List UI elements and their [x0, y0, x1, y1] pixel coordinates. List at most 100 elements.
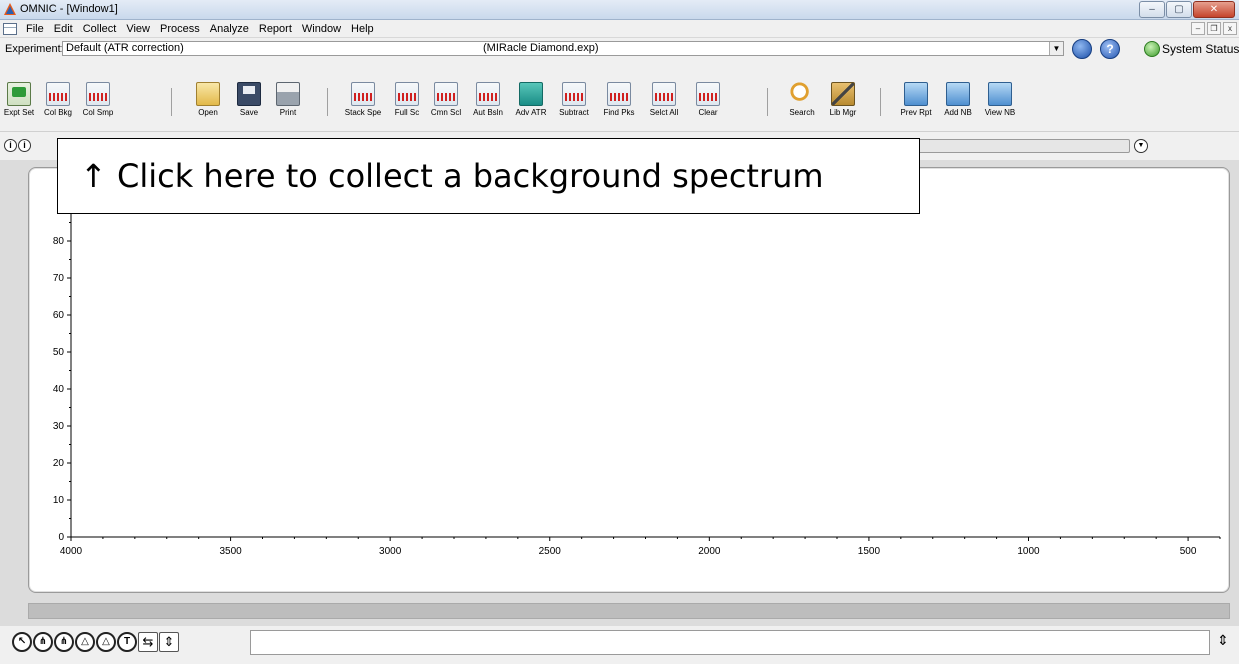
stack-spectra-label: Stack Spe	[344, 108, 382, 117]
y-tick-label: 40	[53, 384, 65, 395]
view-notebook-label: View NB	[984, 108, 1016, 117]
full-scale-icon	[395, 82, 419, 106]
view-notebook-button[interactable]: View NB	[980, 82, 1020, 117]
select-all-button[interactable]: Selct All	[644, 82, 684, 117]
peak-area-corrected-tool-icon[interactable]: △	[96, 632, 116, 652]
bench-status-icon[interactable]	[1072, 39, 1092, 59]
menu-analyze[interactable]: Analyze	[205, 23, 254, 35]
x-tick-label: 2500	[539, 546, 562, 557]
mdi-controls: – ❐ x	[1191, 22, 1237, 35]
document-icon[interactable]	[3, 22, 17, 35]
add-notebook-button[interactable]: Add NB	[940, 82, 976, 117]
spectrum-plot[interactable]: 0 10 20 30 40 50 60 70 80 4000 3500 3000 2500 2000 150…	[28, 167, 1230, 593]
x-tick-label: 1000	[1017, 546, 1040, 557]
clear-button[interactable]: Clear	[690, 82, 726, 117]
common-scale-label: Cmn Scl	[430, 108, 462, 117]
y-tick-label: 20	[53, 458, 65, 469]
peak-height-tool-icon[interactable]: ⋔	[54, 632, 74, 652]
maximize-button[interactable]: ▢	[1166, 1, 1192, 18]
mdi-restore-button[interactable]: ❐	[1207, 22, 1221, 35]
find-peaks-button[interactable]: Find Pks	[598, 82, 640, 117]
annotation-tool-icon[interactable]: T	[117, 632, 137, 652]
spectrum-title-field[interactable]	[917, 139, 1130, 153]
col-smp-label: Col Smp	[82, 108, 114, 117]
menu-file[interactable]: File	[21, 23, 49, 35]
y-tick-label: 60	[53, 310, 65, 321]
view-notebook-icon	[988, 82, 1012, 106]
system-status-label[interactable]: System Status	[1162, 42, 1239, 56]
collect-sample-icon	[86, 82, 110, 106]
help-icon[interactable]: ?	[1100, 39, 1120, 59]
subtract-button[interactable]: Subtract	[554, 82, 594, 117]
save-disk-icon	[237, 82, 261, 106]
menu-process[interactable]: Process	[155, 23, 205, 35]
toolbar-separator	[880, 88, 881, 116]
open-label: Open	[198, 108, 218, 117]
full-scale-button[interactable]: Full Sc	[389, 82, 425, 117]
preview-report-label: Prev Rpt	[900, 108, 932, 117]
mdi-close-button[interactable]: x	[1223, 22, 1237, 35]
open-button[interactable]: Open	[190, 82, 226, 117]
search-button[interactable]: Search	[783, 82, 821, 117]
menu-help[interactable]: Help	[346, 23, 379, 35]
col-bkg-label: Col Bkg	[43, 108, 72, 117]
chevron-down-icon[interactable]: ▼	[1049, 42, 1063, 55]
stack-spectra-button[interactable]: Stack Spe	[340, 82, 386, 117]
y-tick-label: 50	[53, 347, 65, 358]
library-manager-label: Lib Mgr	[829, 108, 857, 117]
menu-report[interactable]: Report	[254, 23, 297, 35]
info-icon[interactable]: i	[4, 139, 17, 152]
toolbar-separator	[171, 88, 172, 116]
selection-tool-icon[interactable]: ↖	[12, 632, 32, 652]
preview-report-button[interactable]: Prev Rpt	[896, 82, 936, 117]
y-tick-label: 80	[53, 236, 65, 247]
library-manager-icon	[831, 82, 855, 106]
y-tick-label: 70	[53, 273, 65, 284]
bottom-toolbar: ↖ ⋔ ⋔ △ △ T ⇆ ⇕ ⇕	[0, 626, 1239, 664]
mdi-minimize-button[interactable]: –	[1191, 22, 1205, 35]
experiment-select[interactable]: Default (ATR correction) (MIRacle Diamon…	[62, 41, 1064, 56]
close-button[interactable]: ✕	[1193, 1, 1235, 18]
auto-baseline-button[interactable]: Aut Bsln	[467, 82, 509, 117]
col-bkg-button[interactable]: Col Bkg	[40, 82, 76, 117]
find-peaks-icon	[607, 82, 631, 106]
menu-bar: File Edit Collect View Process Analyze R…	[0, 20, 1239, 38]
select-all-icon	[652, 82, 676, 106]
region-tool-icon[interactable]: ⋔	[33, 632, 53, 652]
common-scale-button[interactable]: Cmn Scl	[426, 82, 466, 117]
x-tick-label: 2000	[698, 546, 721, 557]
save-label: Save	[239, 108, 259, 117]
command-field[interactable]	[250, 630, 1210, 655]
y-tick-label: 0	[58, 532, 64, 543]
instruction-callout: ↑ Click here to collect a background spe…	[57, 138, 920, 214]
advanced-atr-button[interactable]: Adv ATR	[510, 82, 552, 117]
experiment-file: (MIRacle Diamond.exp)	[483, 42, 599, 54]
find-peaks-label: Find Pks	[603, 108, 635, 117]
chevron-down-icon[interactable]: ▼	[1134, 139, 1148, 153]
horizontal-zoom-icon[interactable]: ⇆	[138, 632, 158, 652]
col-smp-button[interactable]: Col Smp	[78, 82, 118, 117]
print-button[interactable]: Print	[271, 82, 305, 117]
menu-edit[interactable]: Edit	[49, 23, 78, 35]
horizontal-scrollbar[interactable]	[28, 603, 1230, 619]
menu-view[interactable]: View	[121, 23, 155, 35]
save-button[interactable]: Save	[232, 82, 266, 117]
info-icon[interactable]: i	[18, 139, 31, 152]
library-manager-button[interactable]: Lib Mgr	[826, 82, 860, 117]
system-status-icon[interactable]	[1144, 41, 1160, 57]
window-controls: – ▢ ✕	[1139, 1, 1235, 18]
x-tick-label: 500	[1180, 546, 1197, 557]
menu-collect[interactable]: Collect	[78, 23, 122, 35]
title-bar: OMNIC - [Window1] – ▢ ✕	[0, 0, 1239, 20]
printer-icon	[276, 82, 300, 106]
spin-arrows-icon[interactable]: ⇕	[1213, 632, 1233, 654]
search-icon	[790, 82, 814, 106]
expt-set-label: Expt Set	[3, 108, 35, 117]
clear-icon	[696, 82, 720, 106]
y-tick-label: 10	[53, 495, 65, 506]
expt-set-button[interactable]: Expt Set	[0, 82, 38, 117]
peak-area-tool-icon[interactable]: △	[75, 632, 95, 652]
menu-window[interactable]: Window	[297, 23, 346, 35]
minimize-button[interactable]: –	[1139, 1, 1165, 18]
vertical-zoom-icon[interactable]: ⇕	[159, 632, 179, 652]
